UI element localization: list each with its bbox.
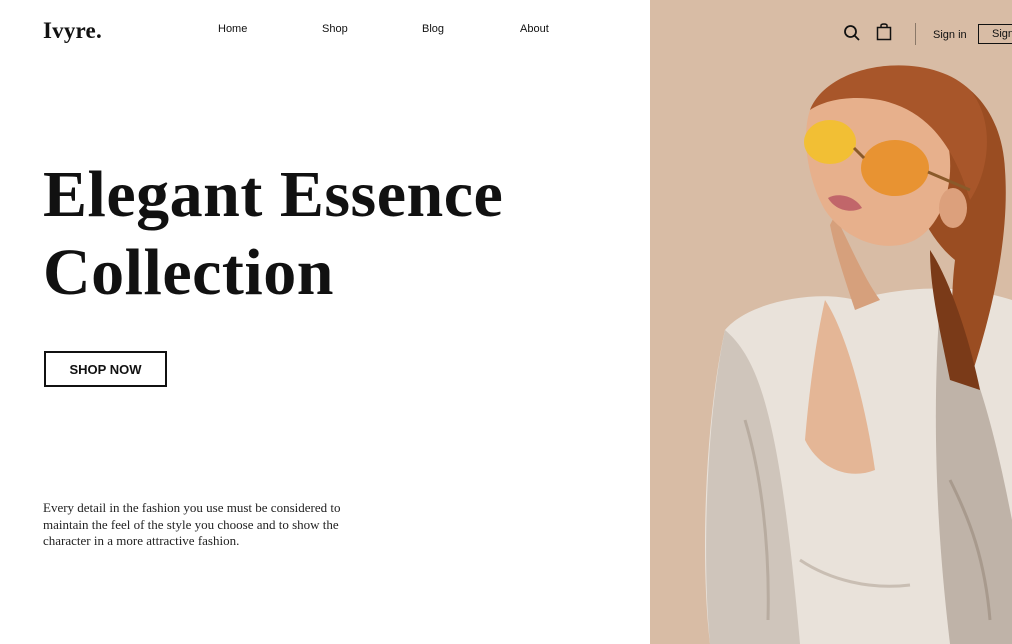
model-photo — [705, 65, 1012, 644]
hero-photo-panel: Sign in Sign up — [650, 0, 1012, 644]
hero-title-line1: Elegant Essence — [43, 158, 504, 231]
nav-blog[interactable]: Blog — [422, 23, 444, 35]
brand-logo[interactable]: Ivyre. — [43, 18, 102, 44]
sign-in-link[interactable]: Sign in — [933, 29, 967, 41]
hero-title: Elegant Essence Collection — [43, 156, 503, 312]
nav-home[interactable]: Home — [218, 23, 247, 35]
nav-about[interactable]: About — [520, 23, 549, 35]
sign-up-button[interactable]: Sign up — [978, 24, 1012, 44]
header-divider — [915, 23, 916, 45]
shop-now-button[interactable]: SHOP NOW — [44, 351, 167, 387]
hero-title-line2: Collection — [43, 236, 334, 309]
hero-description: Every detail in the fashion you use must… — [43, 500, 341, 548]
nav-shop[interactable]: Shop — [322, 23, 348, 35]
